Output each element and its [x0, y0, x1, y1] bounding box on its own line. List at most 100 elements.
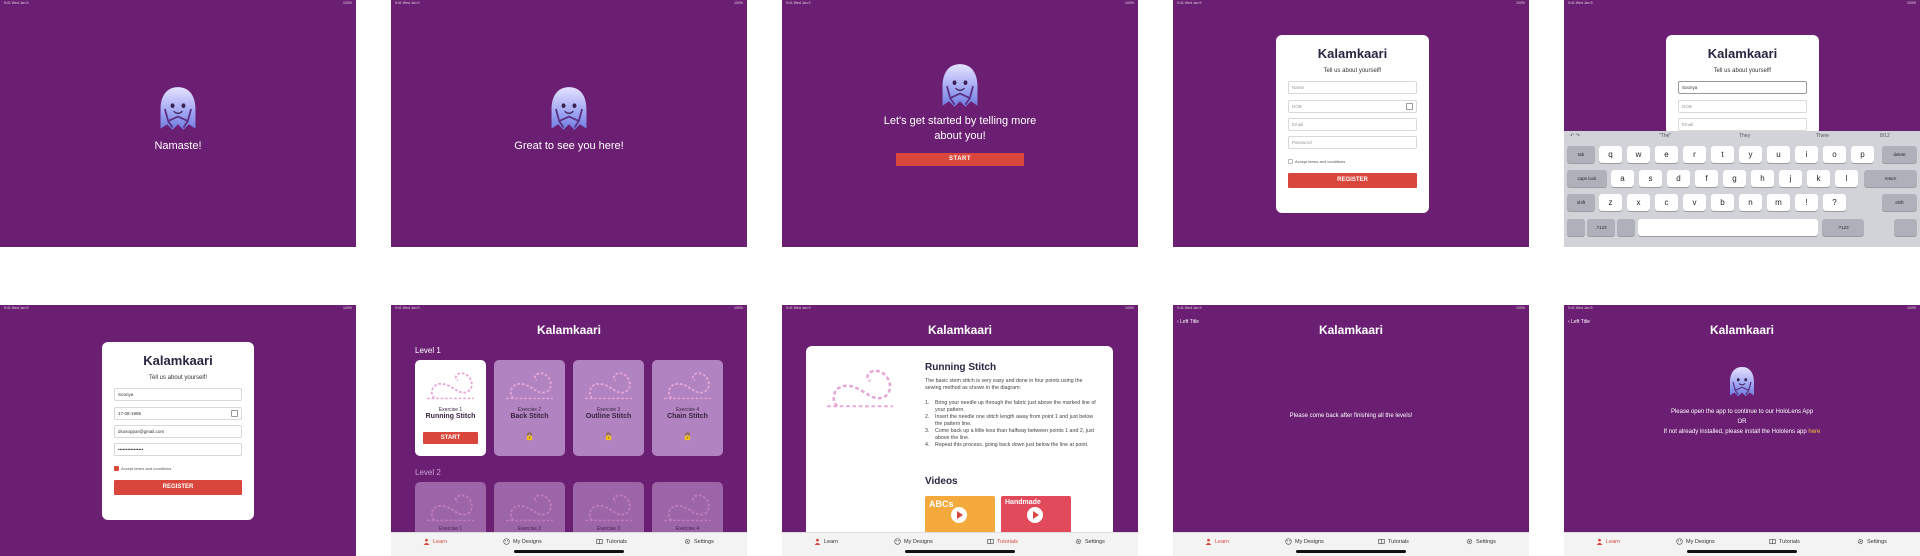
key-v[interactable]: v — [1683, 194, 1706, 211]
screen-register-filled: 9:41 Wed Jan 9 100% Kalamkaari Tell us ab… — [0, 305, 356, 556]
key-b[interactable]: b — [1711, 194, 1734, 211]
terms-row: Accept terms and conditions — [114, 466, 171, 472]
designs-message: Please come back after finishing all the… — [1289, 413, 1413, 419]
suggestion-1[interactable]: "The" — [1659, 133, 1671, 139]
undo-icon[interactable]: ↶ ↷ — [1570, 133, 1580, 139]
tab-learn[interactable]: Learn — [423, 538, 447, 545]
suggestion-2[interactable]: They — [1739, 133, 1750, 139]
video-thumbnail[interactable]: ABCs — [925, 496, 995, 536]
tab-tutorials[interactable]: Tutorials — [987, 538, 1018, 545]
register-card: Kalamkaari Tell us about yourself! Name … — [1276, 35, 1429, 213]
space-key[interactable] — [1638, 219, 1818, 236]
key-x[interactable]: x — [1627, 194, 1650, 211]
tab-settings[interactable]: Settings — [684, 538, 714, 545]
exercise-tile-back-stitch[interactable]: Exercise 2 Back Stitch — [494, 360, 565, 456]
video-thumbnail[interactable]: Handmade — [1001, 496, 1071, 536]
key-l[interactable]: l — [1835, 170, 1858, 187]
book-icon — [1378, 538, 1385, 545]
play-icon[interactable] — [951, 507, 967, 523]
exercise-tile-running-stitch[interactable]: Exercise 1 Running Stitch START — [415, 360, 486, 456]
key-d[interactable]: d — [1667, 170, 1690, 187]
install-link[interactable]: here — [1808, 429, 1820, 435]
stitch-diagram-icon — [660, 488, 715, 524]
exercise-tile-chain-stitch[interactable]: Exercise 4 Chain Stitch — [652, 360, 723, 456]
name-field[interactable]: Soonya — [1678, 81, 1807, 94]
name-field[interactable]: Soonya — [114, 388, 242, 401]
dob-field[interactable]: DOB — [1678, 100, 1807, 113]
calendar-icon[interactable] — [1406, 103, 1413, 110]
key-i[interactable]: i — [1795, 146, 1818, 163]
shift-key[interactable]: shift — [1882, 194, 1917, 211]
dob-field[interactable]: 17-08-1995 — [114, 407, 242, 420]
key-u[interactable]: u — [1767, 146, 1790, 163]
tab-key[interactable]: tab — [1567, 146, 1595, 163]
tab-settings[interactable]: Settings — [1075, 538, 1105, 545]
tab-tutorials[interactable]: Tutorials — [1378, 538, 1409, 545]
mic-key[interactable] — [1617, 219, 1635, 236]
email-field[interactable]: Email — [1288, 118, 1417, 131]
key-y[interactable]: y — [1739, 146, 1762, 163]
key-w[interactable]: w — [1627, 146, 1650, 163]
terms-row: Accept terms and conditions — [1288, 159, 1345, 165]
numbers-key[interactable]: .?123 — [1822, 219, 1864, 236]
key-h[interactable]: h — [1751, 170, 1774, 187]
key-question[interactable]: ? — [1823, 194, 1846, 211]
tab-learn[interactable]: Learn — [1205, 538, 1229, 545]
key-t[interactable]: t — [1711, 146, 1734, 163]
start-exercise-button[interactable]: START — [423, 432, 478, 444]
exercise-tile-outline-stitch[interactable]: Exercise 3 Outline Stitch — [573, 360, 644, 456]
delete-key[interactable]: delete — [1882, 146, 1917, 163]
screen-learn: 9:41 Wed Jan 9 100% Kalamkaari Level 1 Ex… — [391, 305, 747, 556]
key-r[interactable]: r — [1683, 146, 1706, 163]
palette-icon — [894, 538, 901, 545]
password-field[interactable]: •••••••••••••••• — [114, 443, 242, 456]
email-field[interactable]: dsosoppar@gmail.com — [114, 425, 242, 438]
return-key[interactable]: return — [1864, 170, 1917, 187]
register-button[interactable]: REGISTER — [1288, 173, 1417, 188]
lock-icon — [604, 432, 613, 441]
key-z[interactable]: z — [1599, 194, 1622, 211]
numbers-key[interactable]: .?123 — [1587, 219, 1615, 236]
key-c[interactable]: c — [1655, 194, 1678, 211]
status-bar: 9:41 Wed Jan 9 100% — [1568, 1, 1916, 5]
tab-tutorials[interactable]: Tutorials — [1769, 538, 1800, 545]
key-s[interactable]: s — [1639, 170, 1662, 187]
name-field[interactable]: Name — [1288, 81, 1417, 94]
password-field[interactable]: Password — [1288, 136, 1417, 149]
email-field[interactable]: Email — [1678, 118, 1807, 131]
tab-my-designs[interactable]: My Designs — [503, 538, 542, 545]
suggestion-3[interactable]: There — [1816, 133, 1829, 139]
tab-learn[interactable]: Learn — [1596, 538, 1620, 545]
terms-checkbox[interactable] — [114, 466, 119, 472]
key-g[interactable]: g — [1723, 170, 1746, 187]
key-a[interactable]: a — [1611, 170, 1634, 187]
hide-keyboard-key[interactable] — [1894, 219, 1917, 236]
play-icon[interactable] — [1027, 507, 1043, 523]
terms-checkbox[interactable] — [1288, 159, 1293, 165]
tab-my-designs[interactable]: My Designs — [1676, 538, 1715, 545]
key-o[interactable]: o — [1823, 146, 1846, 163]
status-bar: 9:41 Wed Jan 9 100% — [1177, 306, 1525, 310]
tab-tutorials[interactable]: Tutorials — [596, 538, 627, 545]
key-p[interactable]: p — [1851, 146, 1874, 163]
calendar-icon[interactable] — [231, 410, 238, 417]
key-n[interactable]: n — [1739, 194, 1762, 211]
tab-learn[interactable]: Learn — [814, 538, 838, 545]
key-j[interactable]: j — [1779, 170, 1802, 187]
key-q[interactable]: q — [1599, 146, 1622, 163]
key-k[interactable]: k — [1807, 170, 1830, 187]
caps-lock-key[interactable]: caps lock — [1567, 170, 1607, 187]
globe-key[interactable] — [1567, 219, 1585, 236]
tab-my-designs[interactable]: My Designs — [1285, 538, 1324, 545]
tab-my-designs[interactable]: My Designs — [894, 538, 933, 545]
register-button[interactable]: REGISTER — [114, 480, 242, 495]
key-e[interactable]: e — [1655, 146, 1678, 163]
tab-settings[interactable]: Settings — [1857, 538, 1887, 545]
dob-field[interactable]: DOB — [1288, 100, 1417, 113]
start-button[interactable]: START — [896, 153, 1024, 166]
shift-key[interactable]: shift — [1567, 194, 1595, 211]
key-f[interactable]: f — [1695, 170, 1718, 187]
key-m[interactable]: m — [1767, 194, 1790, 211]
key-exclamation[interactable]: ! — [1795, 194, 1818, 211]
tab-settings[interactable]: Settings — [1466, 538, 1496, 545]
